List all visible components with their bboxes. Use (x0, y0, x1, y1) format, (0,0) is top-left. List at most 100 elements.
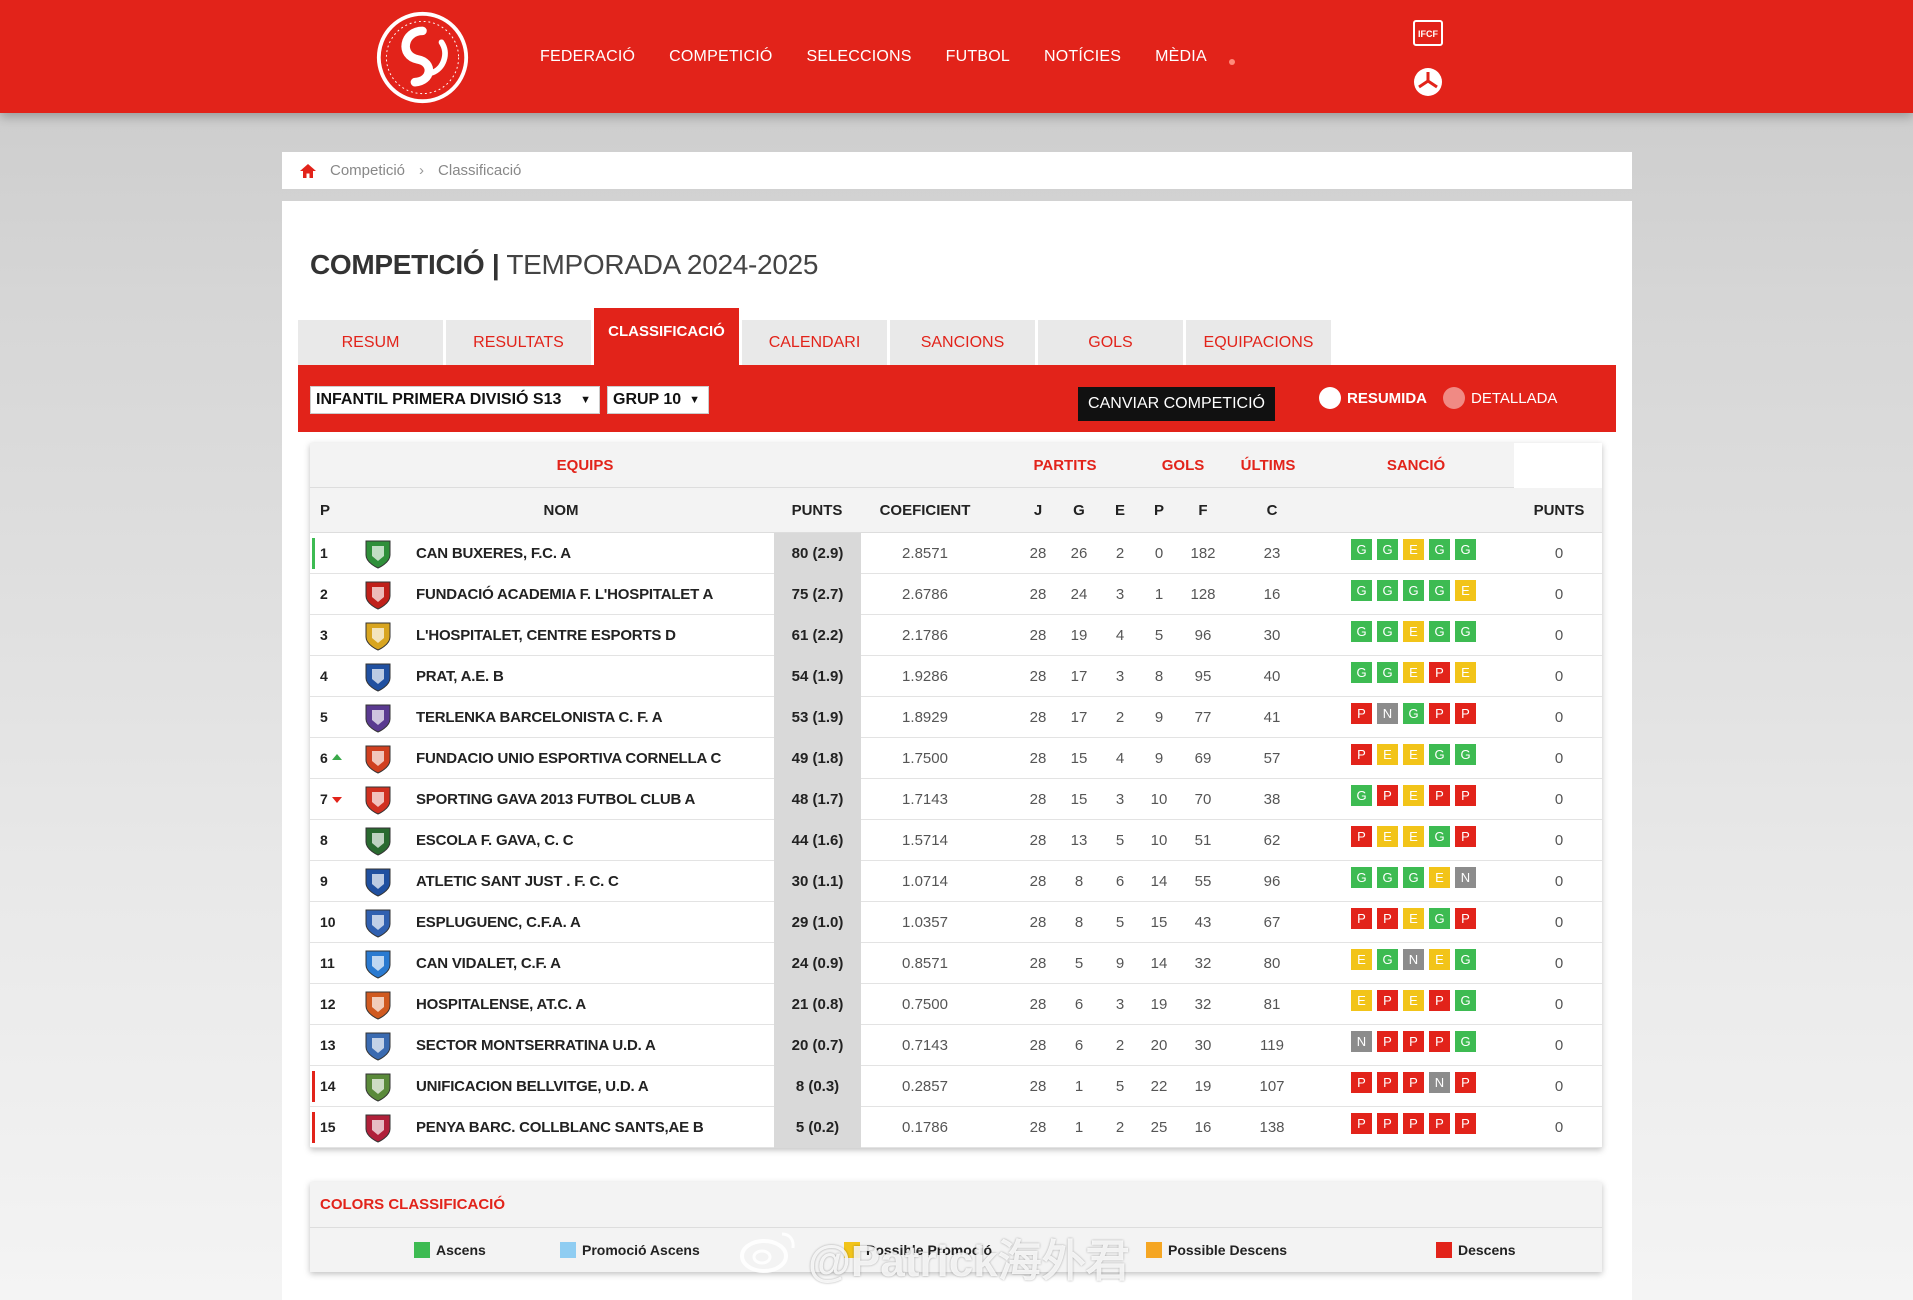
table-row[interactable]: 5 TERLENKA BARCELONISTA C. F. A 53 (1.9) 1.… (310, 697, 1602, 738)
ifcf-icon[interactable]: IFCF (1413, 20, 1443, 46)
form-badge[interactable]: P (1455, 1113, 1476, 1134)
nav-media[interactable]: MÈDIA (1155, 48, 1207, 66)
table-row[interactable]: 9 ATLETIC SANT JUST . F. C. C 30 (1.1) 1.07… (310, 861, 1602, 902)
form-badge[interactable]: G (1377, 580, 1398, 601)
form-badge[interactable]: E (1403, 539, 1424, 560)
form-badge[interactable]: P (1455, 1072, 1476, 1093)
fcf-logo[interactable] (375, 10, 470, 105)
form-badge[interactable]: P (1455, 703, 1476, 724)
form-badge[interactable]: P (1377, 1031, 1398, 1052)
form-badge[interactable]: G (1455, 1031, 1476, 1052)
team-crest-icon[interactable] (362, 907, 394, 939)
form-badge[interactable]: G (1377, 539, 1398, 560)
competition-select[interactable]: INFANTIL PRIMERA DIVISIÓ S13 ▼ (310, 386, 600, 414)
tab-resum[interactable]: RESUM (298, 320, 443, 365)
tab-classificacio[interactable]: CLASSIFICACIÓ (594, 308, 739, 365)
col-played[interactable]: J (1034, 488, 1042, 533)
col-won[interactable]: G (1073, 488, 1085, 533)
form-badge[interactable]: N (1377, 703, 1398, 724)
team-name[interactable]: L'HOSPITALET, CENTRE ESPORTS D (416, 615, 676, 656)
form-badge[interactable]: P (1429, 703, 1450, 724)
form-badge[interactable]: E (1403, 662, 1424, 683)
team-name[interactable]: UNIFICACION BELLVITGE, U.D. A (416, 1066, 649, 1107)
form-badge[interactable]: G (1455, 990, 1476, 1011)
form-badge[interactable]: P (1429, 1031, 1450, 1052)
table-row[interactable]: 12 HOSPITALENSE, AT.C. A 21 (0.8) 0.7500 28 6… (310, 984, 1602, 1025)
col-lost[interactable]: P (1154, 488, 1164, 533)
col-coefficient[interactable]: COEFICIENT (880, 488, 971, 533)
form-badge[interactable]: G (1351, 867, 1372, 888)
form-badge[interactable]: G (1403, 580, 1424, 601)
form-badge[interactable]: E (1403, 990, 1424, 1011)
form-badge[interactable]: E (1403, 744, 1424, 765)
form-badge[interactable]: G (1429, 908, 1450, 929)
nav-competicio[interactable]: COMPETICIÓ (669, 48, 772, 66)
team-crest-icon[interactable] (362, 538, 394, 570)
col-goals-against[interactable]: C (1267, 488, 1278, 533)
form-badge[interactable]: P (1351, 826, 1372, 847)
form-badge[interactable]: G (1377, 662, 1398, 683)
col-points[interactable]: PUNTS (792, 488, 843, 533)
form-badge[interactable]: G (1351, 662, 1372, 683)
form-badge[interactable]: G (1351, 539, 1372, 560)
form-badge[interactable]: P (1377, 1113, 1398, 1134)
form-badge[interactable]: G (1351, 580, 1372, 601)
form-badge[interactable]: G (1455, 621, 1476, 642)
form-badge[interactable]: N (1351, 1031, 1372, 1052)
form-badge[interactable]: P (1455, 826, 1476, 847)
team-crest-icon[interactable] (362, 1030, 394, 1062)
team-name[interactable]: CAN VIDALET, C.F. A (416, 943, 561, 984)
team-name[interactable]: PRAT, A.E. B (416, 656, 504, 697)
home-icon[interactable] (300, 163, 316, 178)
tab-gols[interactable]: GOLS (1038, 320, 1183, 365)
tab-calendari[interactable]: CALENDARI (742, 320, 887, 365)
table-row[interactable]: 11 CAN VIDALET, C.F. A 24 (0.9) 0.8571 28 5 9 1… (310, 943, 1602, 984)
table-row[interactable]: 1 CAN BUXERES, F.C. A 80 (2.9) 2.8571 28 26 2 0… (310, 533, 1602, 574)
form-badge[interactable]: G (1377, 621, 1398, 642)
table-row[interactable]: 2 FUNDACIÓ ACADEMIA F. L'HOSPITALET A 75 (… (310, 574, 1602, 615)
form-badge[interactable]: E (1403, 621, 1424, 642)
col-position[interactable]: P (320, 488, 330, 533)
nav-seleccions[interactable]: SELECCIONS (807, 48, 912, 66)
nav-futbol[interactable]: FUTBOL (946, 48, 1010, 66)
form-badge[interactable]: E (1351, 949, 1372, 970)
nav-federacio[interactable]: FEDERACIÓ (540, 48, 635, 66)
team-crest-icon[interactable] (362, 825, 394, 857)
form-badge[interactable]: P (1351, 744, 1372, 765)
form-badge[interactable]: G (1403, 703, 1424, 724)
team-name[interactable]: HOSPITALENSE, AT.C. A (416, 984, 586, 1025)
team-crest-icon[interactable] (362, 989, 394, 1021)
table-row[interactable]: 10 ESPLUGUENC, C.F.A. A 29 (1.0) 1.0357 28 8 5… (310, 902, 1602, 943)
form-badge[interactable]: P (1377, 1072, 1398, 1093)
team-crest-icon[interactable] (362, 1112, 394, 1144)
form-badge[interactable]: P (1429, 662, 1450, 683)
form-badge[interactable]: P (1351, 703, 1372, 724)
form-badge[interactable]: G (1351, 621, 1372, 642)
form-badge[interactable]: G (1429, 580, 1450, 601)
team-crest-icon[interactable] (362, 620, 394, 652)
table-row[interactable]: 3 L'HOSPITALET, CENTRE ESPORTS D 61 (2.2) 2… (310, 615, 1602, 656)
team-crest-icon[interactable] (362, 948, 394, 980)
form-badge[interactable]: E (1351, 990, 1372, 1011)
form-badge[interactable]: P (1377, 908, 1398, 929)
team-name[interactable]: ESPLUGUENC, C.F.A. A (416, 902, 581, 943)
form-badge[interactable]: G (1455, 949, 1476, 970)
team-name[interactable]: TERLENKA BARCELONISTA C. F. A (416, 697, 663, 738)
form-badge[interactable]: G (1351, 785, 1372, 806)
team-crest-icon[interactable] (362, 661, 394, 693)
table-row[interactable]: 15 PENYA BARC. COLLBLANC SANTS,AE B 5 (0.2… (310, 1107, 1602, 1148)
football-icon[interactable] (1414, 68, 1442, 96)
col-name[interactable]: NOM (544, 488, 579, 533)
team-crest-icon[interactable] (362, 784, 394, 816)
team-crest-icon[interactable] (362, 743, 394, 775)
form-badge[interactable]: P (1429, 1113, 1450, 1134)
form-badge[interactable]: P (1403, 1031, 1424, 1052)
form-badge[interactable]: P (1455, 908, 1476, 929)
team-name[interactable]: PENYA BARC. COLLBLANC SANTS,AE B (416, 1107, 704, 1148)
form-badge[interactable]: P (1377, 990, 1398, 1011)
team-crest-icon[interactable] (362, 702, 394, 734)
form-badge[interactable]: G (1377, 867, 1398, 888)
form-badge[interactable]: G (1429, 826, 1450, 847)
group-select[interactable]: GRUP 10 ▼ (607, 386, 709, 414)
form-badge[interactable]: E (1429, 867, 1450, 888)
